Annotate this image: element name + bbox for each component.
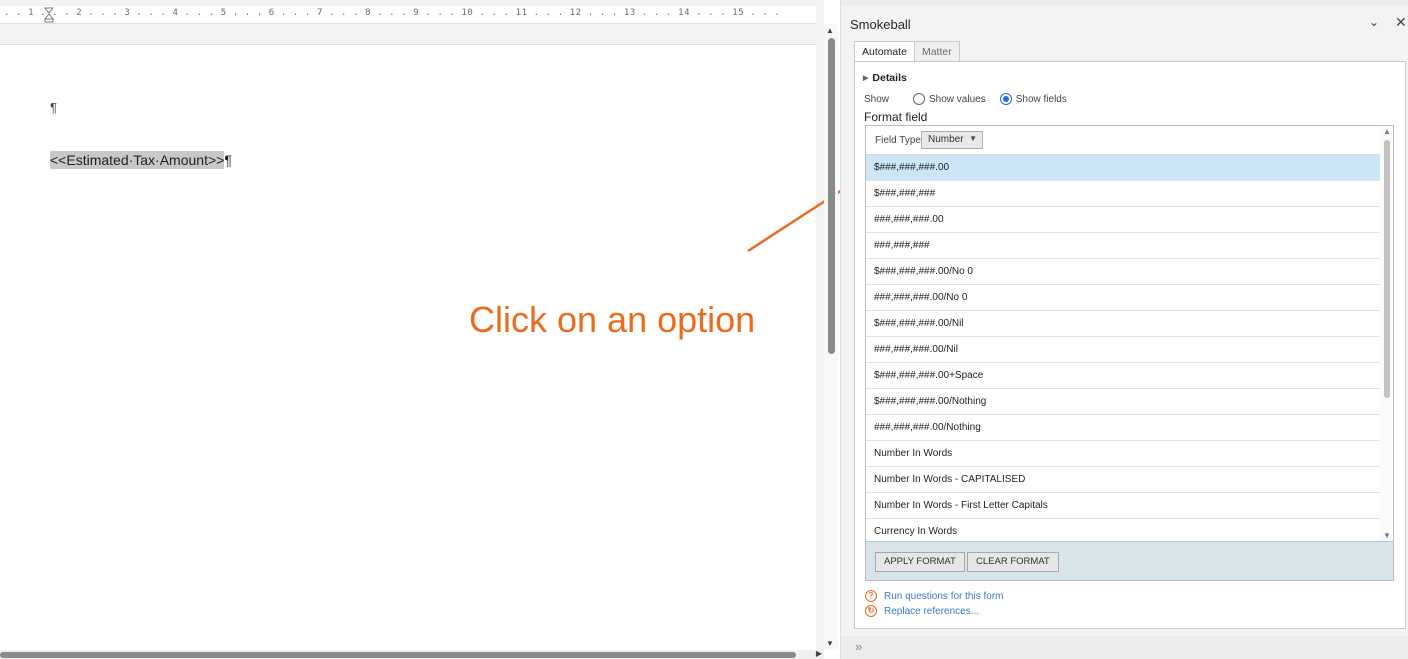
scroll-up-icon[interactable]: ▲ [826, 26, 834, 35]
panel-tabs: Automate Matter [854, 41, 960, 63]
clear-format-button[interactable]: CLEAR FORMAT [967, 552, 1059, 572]
merge-field-line[interactable]: <<Estimated·Tax·Amount>>¶ [50, 151, 232, 169]
scroll-down-icon[interactable]: ▼ [1383, 531, 1391, 540]
field-type-dropdown[interactable]: Number ▼ [921, 131, 983, 149]
smokeball-panel: Smokeball ⌄ ✕ Automate Matter ▶ Details S… [840, 0, 1408, 659]
format-option[interactable]: $###,###,### [866, 181, 1380, 207]
paragraph-mark: ¶ [50, 100, 57, 115]
format-list-scrollbar[interactable]: ▲ ▼ [1380, 126, 1393, 541]
field-type-value: Number [928, 134, 964, 145]
chevron-down-icon[interactable]: ⌄ [1369, 15, 1379, 29]
format-option[interactable]: Number In Words - CAPITALISED [866, 467, 1380, 493]
close-icon[interactable]: ✕ [1395, 14, 1407, 31]
panel-top-strip [841, 0, 1408, 6]
run-questions-link[interactable]: ? Run questions for this form [865, 590, 1004, 602]
format-option[interactable]: ###,###,###.00/Nil [866, 337, 1380, 363]
details-toggle[interactable]: ▶ Details [863, 72, 907, 84]
panel-title: Smokeball [850, 17, 911, 32]
merge-field-text[interactable]: <<Estimated·Tax·Amount>> [50, 151, 225, 169]
apply-format-button[interactable]: APPLY FORMAT [875, 552, 965, 572]
tab-automate[interactable]: Automate [854, 41, 915, 63]
format-field-heading: Format field [864, 110, 928, 124]
show-values-radio[interactable]: Show values [913, 93, 986, 105]
tab-matter[interactable]: Matter [913, 41, 960, 62]
format-option[interactable]: $###,###,###.00/Nil [866, 311, 1380, 337]
scroll-thumb[interactable] [828, 38, 835, 354]
format-option[interactable]: ###,###,###.00/No 0 [866, 285, 1380, 311]
format-button-bar: APPLY FORMAT CLEAR FORMAT [866, 541, 1393, 580]
format-option[interactable]: Number In Words - First Letter Capitals [866, 493, 1380, 519]
field-type-label: Field Type [875, 135, 921, 146]
refresh-icon: ↻ [865, 605, 877, 617]
scroll-down-icon[interactable]: ▼ [826, 639, 834, 648]
indent-marker-icon[interactable] [44, 7, 54, 23]
scroll-up-icon[interactable]: ▲ [1383, 127, 1391, 136]
double-chevron-right-icon[interactable]: » [855, 639, 862, 654]
annotation-callout: Click on an option [469, 299, 756, 340]
scroll-thumb[interactable] [0, 652, 796, 658]
document-horizontal-scrollbar[interactable]: ▶ [0, 649, 824, 659]
field-type-row: Field Type Number ▼ [866, 126, 1380, 155]
question-icon: ? [865, 590, 877, 602]
replace-references-label: Replace references... [884, 605, 980, 617]
format-option[interactable]: ###,###,###.00/Nothing [866, 415, 1380, 441]
format-field-box: Field Type Number ▼ $###,###,###.00 $###… [865, 125, 1394, 581]
format-options-list: $###,###,###.00 $###,###,### ###,###,###… [866, 155, 1380, 545]
show-fields-label: Show fields [1015, 93, 1067, 105]
document-area: . . 1 . . . 2 . . . 3 . . . 4 . . . 5 . … [0, 0, 871, 659]
replace-references-link[interactable]: ↻ Replace references... [865, 605, 979, 617]
format-option[interactable]: ###,###,### [866, 233, 1380, 259]
radio-unchecked-icon[interactable] [913, 93, 926, 105]
format-option[interactable]: Number In Words [866, 441, 1380, 467]
show-mode-row: Show Show values Show fields [864, 93, 1081, 105]
run-questions-label: Run questions for this form [884, 590, 1004, 602]
details-label: Details [872, 72, 907, 84]
show-fields-radio[interactable]: Show fields [999, 93, 1067, 105]
show-label: Show [864, 93, 890, 105]
radio-checked-icon[interactable] [999, 93, 1012, 105]
show-values-label: Show values [929, 93, 986, 105]
format-option[interactable]: $###,###,###.00/No 0 [866, 259, 1380, 285]
horizontal-ruler[interactable]: . . 1 . . . 2 . . . 3 . . . 4 . . . 5 . … [0, 6, 816, 24]
scroll-right-icon[interactable]: ▶ [816, 649, 822, 658]
format-option[interactable]: $###,###,###.00/Nothing [866, 389, 1380, 415]
format-option[interactable]: $###,###,###.00 [866, 155, 1380, 181]
panel-footer: » [841, 636, 1408, 659]
dropdown-caret-icon: ▼ [969, 134, 977, 143]
automate-tab-content: ▶ Details Show Show values Show fields Fo… [854, 61, 1406, 629]
scroll-thumb[interactable] [1384, 140, 1390, 398]
format-option[interactable]: $###,###,###.00+Space [866, 363, 1380, 389]
caret-right-icon: ▶ [863, 75, 869, 82]
format-option[interactable]: ###,###,###.00 [866, 207, 1380, 233]
document-page[interactable]: ¶ <<Estimated·Tax·Amount>>¶ Click on an … [0, 44, 816, 650]
ruler-marks: . . 1 . . . 2 . . . 3 . . . 4 . . . 5 . … [4, 8, 781, 18]
document-vertical-scrollbar[interactable]: ▲ ▼ [824, 24, 838, 650]
paragraph-mark: ¶ [224, 152, 232, 168]
